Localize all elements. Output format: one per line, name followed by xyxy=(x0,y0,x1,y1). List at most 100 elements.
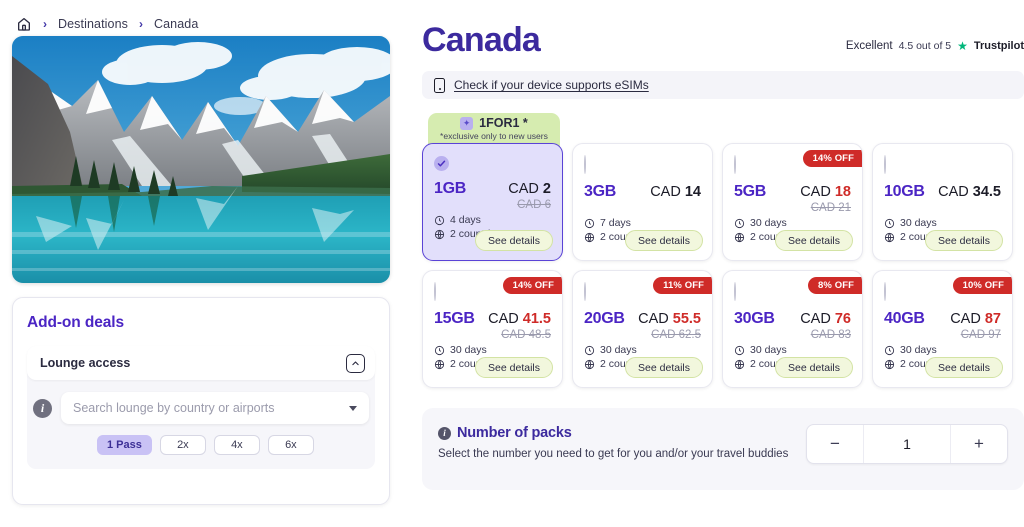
plan-radio-selected[interactable] xyxy=(434,156,449,172)
globe-icon xyxy=(734,232,745,242)
plan-price: 2 xyxy=(542,181,551,198)
plan-price: 14 xyxy=(684,184,701,201)
plan-duration: 30 days xyxy=(600,344,637,357)
destination-page: › Destinations › Canada Add-on deals Lou… xyxy=(0,0,1024,527)
packs-quantity-stepper: − 1 + xyxy=(806,424,1008,465)
discount-badge: 8% OFF xyxy=(808,277,862,295)
lounge-search-input[interactable]: Search lounge by country or airports xyxy=(61,392,369,424)
plan-radio[interactable] xyxy=(734,155,736,175)
plan-duration: 7 days xyxy=(600,217,631,230)
plan-currency: CAD xyxy=(488,311,519,328)
decrement-button[interactable]: − xyxy=(807,425,863,463)
right-column: Canada Excellent 4.5 out of 5 ★ Trustpil… xyxy=(422,21,1024,491)
plan-radio[interactable] xyxy=(884,155,886,175)
plan-duration: 30 days xyxy=(900,344,937,357)
see-details-button[interactable]: See details xyxy=(475,230,553,252)
plan-radio[interactable] xyxy=(434,282,436,302)
globe-icon xyxy=(884,359,895,369)
clock-icon xyxy=(884,218,895,228)
packs-info-block: i Number of packs Select the number you … xyxy=(438,424,788,463)
pass-option-2x[interactable]: 2x xyxy=(159,435,206,455)
plan-currency: CAD xyxy=(800,184,831,201)
plan-card[interactable]: 10GB CAD 34.5 30 days 2 countries See de xyxy=(872,143,1013,262)
info-icon[interactable]: i xyxy=(33,398,52,418)
promo-subtitle: *exclusive only to new users xyxy=(440,131,548,142)
breadcrumb-separator-2: › xyxy=(139,16,143,31)
globe-icon xyxy=(884,232,895,242)
see-details-button[interactable]: See details xyxy=(925,230,1003,252)
globe-icon xyxy=(434,359,445,369)
breadcrumb-item-destinations[interactable]: Destinations xyxy=(58,17,128,31)
plan-old-price: CAD 62.5 xyxy=(651,329,701,342)
globe-icon xyxy=(434,229,445,239)
clock-icon xyxy=(434,215,445,225)
trustpilot-brand: Trustpilot xyxy=(973,40,1024,52)
plan-price: 18 xyxy=(834,184,851,201)
see-details-button[interactable]: See details xyxy=(475,357,553,379)
star-icon: ★ xyxy=(957,39,968,53)
chevron-up-icon[interactable] xyxy=(346,353,365,373)
info-icon[interactable]: i xyxy=(438,426,451,440)
plan-card[interactable]: 3GB CAD 14 7 days 2 countries See detail xyxy=(572,143,713,262)
plan-radio[interactable] xyxy=(734,282,736,302)
chevron-down-icon[interactable] xyxy=(349,405,357,411)
lounge-access-section: Lounge access i Search lounge by country… xyxy=(27,346,375,469)
plan-duration: 30 days xyxy=(450,344,487,357)
plan-card[interactable]: 11% OFF 20GB CAD 55.5 CAD 62.5 30 days 2… xyxy=(572,270,713,389)
plan-currency: CAD xyxy=(950,311,981,328)
pass-option-1[interactable]: 1 Pass xyxy=(97,435,152,455)
plan-radio[interactable] xyxy=(584,282,586,302)
clock-icon xyxy=(584,218,595,228)
addon-deals-card: Add-on deals Lounge access i Search loun… xyxy=(12,297,390,505)
plan-currency: CAD xyxy=(650,184,681,201)
plan-card[interactable]: 8% OFF 30GB CAD 76 CAD 83 30 days 2 coun… xyxy=(722,270,863,389)
breadcrumb-item-canada[interactable]: Canada xyxy=(154,17,198,31)
lounge-access-header[interactable]: Lounge access xyxy=(27,346,375,380)
home-icon[interactable] xyxy=(16,16,32,32)
see-details-button[interactable]: See details xyxy=(775,230,853,252)
pass-option-6x[interactable]: 6x xyxy=(267,435,314,455)
plan-card[interactable]: 14% OFF 5GB CAD 18 CAD 21 30 days 2 coun… xyxy=(722,143,863,262)
plan-old-price: CAD 97 xyxy=(960,329,1001,342)
packs-quantity-value[interactable]: 1 xyxy=(863,425,951,464)
trustpilot-rating[interactable]: Excellent 4.5 out of 5 ★ Trustpilot xyxy=(846,22,1024,52)
plan-size: 1GB xyxy=(434,180,466,198)
plan-radio[interactable] xyxy=(884,282,886,302)
plan-size: 30GB xyxy=(734,310,775,328)
plan-duration: 30 days xyxy=(750,344,787,357)
discount-badge: 11% OFF xyxy=(653,277,712,295)
plan-old-price: CAD 6 xyxy=(517,199,551,212)
plan-price: 41.5 xyxy=(522,311,551,328)
packs-title: Number of packs xyxy=(457,425,572,442)
clock-icon xyxy=(584,345,595,355)
see-details-button[interactable]: See details xyxy=(625,357,703,379)
globe-icon xyxy=(734,359,745,369)
trustpilot-score: 4.5 out of 5 xyxy=(898,40,952,52)
plan-card[interactable]: 1GB CAD 2 CAD 6 4 days 2 countries See d… xyxy=(422,143,563,262)
promo-title: 1FOR1 * xyxy=(479,116,528,131)
see-details-button[interactable]: See details xyxy=(775,357,853,379)
plan-currency: CAD xyxy=(938,184,969,201)
plan-size: 3GB xyxy=(584,183,616,201)
see-details-button[interactable]: See details xyxy=(625,230,703,252)
plan-duration: 30 days xyxy=(750,217,787,230)
pass-option-4x[interactable]: 4x xyxy=(213,435,260,455)
discount-badge: 10% OFF xyxy=(952,277,1012,295)
trustpilot-word: Excellent xyxy=(845,40,893,52)
plan-grid: 1GB CAD 2 CAD 6 4 days 2 countries See d… xyxy=(422,143,1024,389)
plan-price: 34.5 xyxy=(972,184,1001,201)
esim-check-link[interactable]: Check if your device supports eSIMs xyxy=(454,78,649,92)
plan-card[interactable]: 10% OFF 40GB CAD 87 CAD 97 30 days 2 cou… xyxy=(872,270,1013,389)
left-column: Add-on deals Lounge access i Search loun… xyxy=(12,36,390,505)
see-details-button[interactable]: See details xyxy=(925,357,1003,379)
page-title: Canada xyxy=(422,21,541,59)
increment-button[interactable]: + xyxy=(951,425,1007,463)
plan-card[interactable]: 14% OFF 15GB CAD 41.5 CAD 48.5 30 days 2… xyxy=(422,270,563,389)
hero-image xyxy=(12,36,390,283)
esim-support-bar[interactable]: Check if your device supports eSIMs xyxy=(422,71,1024,100)
clock-icon xyxy=(884,345,895,355)
page-header: Canada Excellent 4.5 out of 5 ★ Trustpil… xyxy=(422,21,1024,59)
plan-old-price: CAD 21 xyxy=(810,202,851,215)
plan-size: 20GB xyxy=(584,310,625,328)
plan-radio[interactable] xyxy=(584,155,586,175)
